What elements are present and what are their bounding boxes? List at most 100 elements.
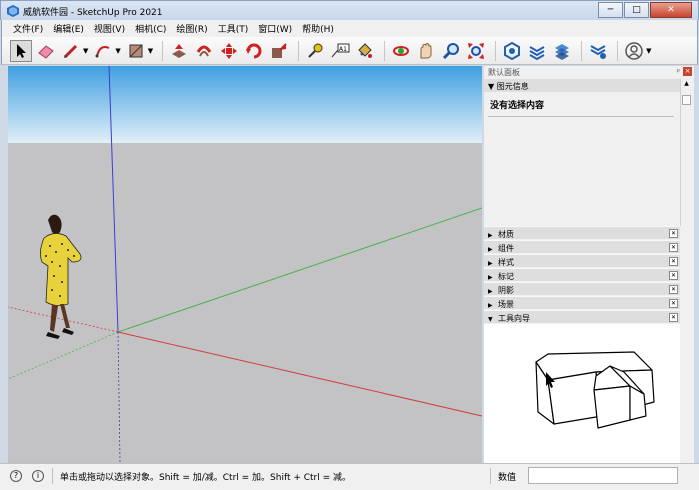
zoom-tool-button[interactable] <box>440 40 462 62</box>
window-title: 威航软件园 - SketchUp Pro 2021 <box>23 8 163 18</box>
menu-camera[interactable]: 相机(C) <box>130 22 171 35</box>
scene-canvas[interactable] <box>8 66 482 463</box>
extension-manager-button[interactable] <box>587 40 609 62</box>
toolbar-separator <box>617 40 619 61</box>
pan-tool-button[interactable] <box>415 40 437 62</box>
menu-help[interactable]: 帮助(H) <box>297 22 339 35</box>
move-tool-button[interactable] <box>218 40 240 62</box>
panel-label: 样式 <box>498 258 514 267</box>
expand-arrow-icon: ▶ <box>488 274 493 281</box>
panel-label: 工具向导 <box>498 314 530 323</box>
ground <box>8 143 482 463</box>
paint-bucket-icon <box>358 42 373 58</box>
panel-close-icon[interactable]: ✕ <box>669 299 678 308</box>
rotate-tool-button[interactable] <box>243 40 265 62</box>
tray-close-icon[interactable]: × <box>683 67 692 76</box>
toolbar-separator <box>384 40 386 61</box>
chevron-down-icon[interactable]: ▼ <box>148 47 153 55</box>
panel-components[interactable]: ▶ 组件 ✕ <box>484 240 680 253</box>
maximize-button[interactable]: □ <box>624 2 649 18</box>
panel-instructor[interactable]: ▼ 工具向导 ✕ <box>484 310 680 323</box>
pencil-tool-button[interactable] <box>60 40 82 62</box>
menu-draw[interactable]: 绘图(R) <box>171 22 212 35</box>
eraser-tool-button[interactable] <box>35 40 57 62</box>
minimize-button[interactable]: ─ <box>598 2 623 18</box>
account-button[interactable] <box>623 40 645 62</box>
panel-close-icon[interactable]: ✕ <box>669 271 678 280</box>
menu-window[interactable]: 窗口(W) <box>253 22 297 35</box>
warehouse-icon <box>504 41 521 60</box>
panel-styles[interactable]: ▶ 样式 ✕ <box>484 254 680 267</box>
pencil-icon <box>63 44 78 58</box>
scroll-thumb[interactable] <box>682 95 691 105</box>
extension-warehouse-icon <box>529 45 545 60</box>
select-tool-button[interactable] <box>10 39 32 62</box>
tray-title: 默认面板 <box>488 68 520 77</box>
sky <box>8 66 482 143</box>
arc-tool-button[interactable] <box>92 40 114 62</box>
zoom-extents-tool-button[interactable] <box>465 40 487 62</box>
layout-button[interactable] <box>551 40 573 62</box>
menu-tools[interactable]: 工具(T) <box>213 22 254 35</box>
status-separator <box>490 468 491 484</box>
rotate-icon <box>246 43 262 58</box>
menu-bar: 文件(F) 编辑(E) 视图(V) 相机(C) 绘图(R) 工具(T) 窗口(W… <box>1 20 698 37</box>
chevron-down-icon[interactable]: ▼ <box>83 47 88 55</box>
orbit-icon <box>393 45 410 56</box>
panel-materials[interactable]: ▶ 材质 ✕ <box>484 226 680 239</box>
tape-measure-tool-button[interactable] <box>304 40 326 62</box>
status-separator <box>52 468 53 484</box>
follow-me-tool-button[interactable] <box>193 40 215 62</box>
arc-icon <box>95 45 110 57</box>
layout-icon <box>555 43 570 60</box>
account-icon <box>625 41 643 60</box>
orbit-tool-button[interactable] <box>390 40 412 62</box>
modeling-viewport[interactable] <box>8 66 482 463</box>
shape-icon <box>129 44 143 57</box>
panel-close-icon[interactable]: ✕ <box>669 243 678 252</box>
panel-tags[interactable]: ▶ 标记 ✕ <box>484 268 680 281</box>
push-pull-tool-button[interactable] <box>168 40 190 62</box>
tray-scrollbar[interactable]: ▲ <box>680 79 692 226</box>
panel-close-icon[interactable]: ✕ <box>669 257 678 266</box>
expand-arrow-icon: ▶ <box>488 288 493 295</box>
text-tool-button[interactable]: A1 <box>329 40 351 62</box>
panel-close-icon[interactable]: ✕ <box>669 229 678 238</box>
move-icon <box>221 42 238 59</box>
help-icon[interactable]: ? <box>10 470 22 482</box>
chevron-down-icon[interactable]: ▼ <box>115 47 120 55</box>
menu-edit[interactable]: 编辑(E) <box>48 22 89 35</box>
tape-measure-icon <box>308 43 323 58</box>
toolbar-separator <box>495 40 497 61</box>
entity-info-panel: 没有选择内容 <box>484 92 680 226</box>
panel-close-icon[interactable]: ✕ <box>669 313 678 322</box>
close-button[interactable]: ✕ <box>650 2 692 18</box>
default-tray: 默认面板 ᵖ × ▼ 图元信息 没有选择内容 ▲ ▶ 材质 ✕ ▶ 组件 ✕ ▶ 样式… <box>484 66 694 463</box>
scale-tool-button[interactable] <box>268 40 290 62</box>
instructor-illustration <box>535 351 655 429</box>
menu-view[interactable]: 视图(V) <box>89 22 130 35</box>
sketchup-logo-icon <box>7 5 19 17</box>
shape-tool-button[interactable] <box>125 40 147 62</box>
instructor-panel <box>484 324 680 463</box>
toolbar-separator <box>162 40 164 61</box>
pin-icon[interactable]: ᵖ <box>677 67 680 76</box>
measurements-input[interactable] <box>528 467 678 484</box>
chevron-down-icon[interactable]: ▼ <box>646 47 651 55</box>
extension-warehouse-button[interactable] <box>526 40 548 62</box>
panel-shadows[interactable]: ▶ 阴影 ✕ <box>484 282 680 295</box>
paint-bucket-tool-button[interactable] <box>354 40 376 62</box>
warehouse-button[interactable] <box>501 40 523 62</box>
scroll-up-icon[interactable]: ▲ <box>682 80 691 90</box>
info-icon[interactable]: i <box>32 470 44 482</box>
panel-close-icon[interactable]: ✕ <box>669 285 678 294</box>
entity-info-title: 图元信息 <box>496 82 529 91</box>
status-bar: ? i 单击或拖动以选择对象。Shift = 加/减。Ctrl = 加。Shif… <box>0 463 699 490</box>
menu-file[interactable]: 文件(F) <box>8 22 48 35</box>
text-icon: A1 <box>331 43 350 57</box>
entity-info-header[interactable]: ▼ 图元信息 <box>484 79 680 92</box>
divider <box>488 116 674 117</box>
panel-scenes[interactable]: ▶ 场景 ✕ <box>484 296 680 309</box>
pan-icon <box>420 42 432 58</box>
collapse-arrow-icon: ▼ <box>488 82 497 91</box>
